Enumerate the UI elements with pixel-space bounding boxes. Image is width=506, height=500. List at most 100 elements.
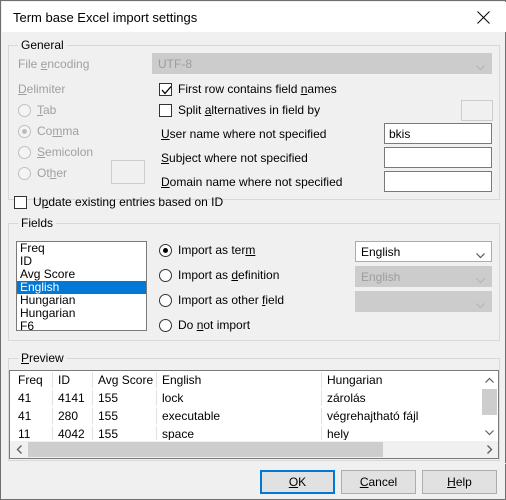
domain-label: Domain name where not specified <box>161 175 343 189</box>
column-divider <box>156 372 157 388</box>
table-cell: 280 <box>58 409 79 423</box>
footer-divider <box>1 463 506 464</box>
table-cell: lock <box>162 391 184 405</box>
column-divider <box>92 408 93 424</box>
scroll-right-icon[interactable] <box>481 441 498 458</box>
fields-listbox[interactable]: Freq ID Avg Score English Hungarian Hungarian… <box>16 241 147 331</box>
checkbox-update-existing-label: Update existing entries based on ID <box>33 195 224 209</box>
preview-vertical-scrollbar[interactable] <box>480 371 498 441</box>
other-delimiter-input[interactable] <box>111 160 145 184</box>
term-language-combobox[interactable]: English <box>355 241 492 262</box>
definition-language-combobox[interactable]: English <box>355 266 492 287</box>
radio-delimiter-tab[interactable] <box>18 104 31 117</box>
radio-do-not-import-label: Do not import <box>178 318 251 332</box>
radio-delimiter-comma[interactable] <box>18 125 31 138</box>
radio-delimiter-other-label: Other <box>37 166 68 180</box>
checkbox-first-row[interactable] <box>159 83 172 96</box>
column-header: Freq <box>18 373 43 387</box>
radio-import-as-term-label: Import as term <box>178 243 256 257</box>
scroll-down-icon[interactable] <box>481 424 498 441</box>
table-cell: 155 <box>98 391 119 405</box>
column-divider <box>156 408 157 424</box>
title-bar: Term base Excel import settings <box>2 2 506 32</box>
table-header-row: Freq ID Avg Score English Hungarian <box>10 371 481 389</box>
preview-group-label: Preview <box>18 351 67 365</box>
checkbox-split-alternatives[interactable] <box>159 104 172 117</box>
list-item[interactable]: F6 <box>17 320 146 331</box>
close-icon[interactable] <box>460 2 506 32</box>
preview-horizontal-scroll-thumb[interactable] <box>28 442 383 457</box>
scroll-left-icon[interactable] <box>10 441 27 458</box>
help-button[interactable]: Help <box>422 470 497 494</box>
radio-do-not-import[interactable] <box>159 319 172 332</box>
radio-delimiter-semicolon[interactable] <box>18 146 31 159</box>
list-item[interactable]: Freq <box>17 242 146 255</box>
ok-button[interactable]: OK <box>260 470 335 494</box>
delimiter-label: Delimiter <box>18 82 66 96</box>
radio-import-as-other-field-label: Import as other field <box>178 293 285 307</box>
user-name-input[interactable]: bkis <box>384 123 492 144</box>
subject-label: Subject where not specified <box>161 151 308 165</box>
dialog-window: Term base Excel import settings General … <box>0 0 506 500</box>
table-row[interactable]: 41 4141 155 lock zárolás <box>10 389 481 407</box>
table-cell: executable <box>162 409 221 423</box>
domain-input[interactable] <box>384 171 492 192</box>
cancel-button-label: Cancel <box>359 475 398 489</box>
checkbox-update-existing[interactable] <box>14 196 27 209</box>
column-header: Hungarian <box>327 373 383 387</box>
chevron-down-icon <box>476 248 485 259</box>
column-divider <box>321 408 322 424</box>
ok-button-label: OK <box>288 475 307 489</box>
table-cell: 11 <box>18 427 31 441</box>
radio-import-as-definition-label: Import as definition <box>178 268 280 282</box>
table-cell: 4042 <box>58 427 85 441</box>
radio-import-as-other-field[interactable] <box>159 294 172 307</box>
table-cell: 4141 <box>58 391 85 405</box>
other-field-combobox[interactable] <box>355 291 492 312</box>
table-cell: 155 <box>98 409 119 423</box>
file-encoding-combobox[interactable]: UTF-8 <box>152 53 492 74</box>
window-title: Term base Excel import settings <box>13 10 198 25</box>
table-cell: végrehajtható fájl <box>327 409 419 423</box>
checkbox-split-alternatives-label: Split alternatives in field by <box>178 103 321 117</box>
column-divider <box>92 390 93 406</box>
user-name-label: User name where not specified <box>161 127 327 141</box>
fields-group-label: Fields <box>18 216 57 230</box>
preview-grid[interactable]: Freq ID Avg Score English Hungarian 41 4141 155… <box>9 370 499 459</box>
file-encoding-label: File encoding <box>18 57 90 71</box>
column-divider <box>321 390 322 406</box>
column-header: English <box>162 373 202 387</box>
column-header: ID <box>58 373 70 387</box>
column-divider <box>321 372 322 388</box>
column-divider <box>52 390 53 406</box>
radio-import-as-term[interactable] <box>159 244 172 257</box>
help-button-label: Help <box>447 475 472 489</box>
radio-delimiter-tab-label: Tab <box>37 103 57 117</box>
general-group-label: General <box>18 38 67 52</box>
list-item[interactable]: Hungarian <box>17 307 146 320</box>
chevron-down-icon <box>476 273 485 284</box>
table-row[interactable]: 11 4042 155 space hely <box>10 425 481 441</box>
chevron-down-icon <box>476 60 485 71</box>
preview-horizontal-scrollbar[interactable] <box>10 440 498 458</box>
column-divider <box>92 372 93 388</box>
checkbox-first-row-label: First row contains field names <box>178 82 337 96</box>
scroll-up-icon[interactable] <box>481 371 498 388</box>
radio-import-as-definition[interactable] <box>159 269 172 282</box>
table-row[interactable]: 41 280 155 executable végrehajtható fájl <box>10 407 481 425</box>
radio-delimiter-semicolon-label: Semicolon <box>37 145 94 159</box>
preview-vertical-scroll-thumb[interactable] <box>482 389 497 415</box>
table-cell: 41 <box>18 391 32 405</box>
table-cell: hely <box>327 427 350 441</box>
column-divider <box>156 390 157 406</box>
subject-input[interactable] <box>384 147 492 168</box>
radio-delimiter-comma-label: Comma <box>37 124 80 138</box>
column-header: Avg Score <box>98 373 154 387</box>
column-divider <box>52 372 53 388</box>
column-divider <box>52 426 53 441</box>
column-divider <box>52 408 53 424</box>
radio-delimiter-other[interactable] <box>18 167 31 180</box>
table-cell: 41 <box>18 409 32 423</box>
cancel-button[interactable]: Cancel <box>341 470 416 494</box>
split-alternatives-input[interactable] <box>461 100 493 121</box>
